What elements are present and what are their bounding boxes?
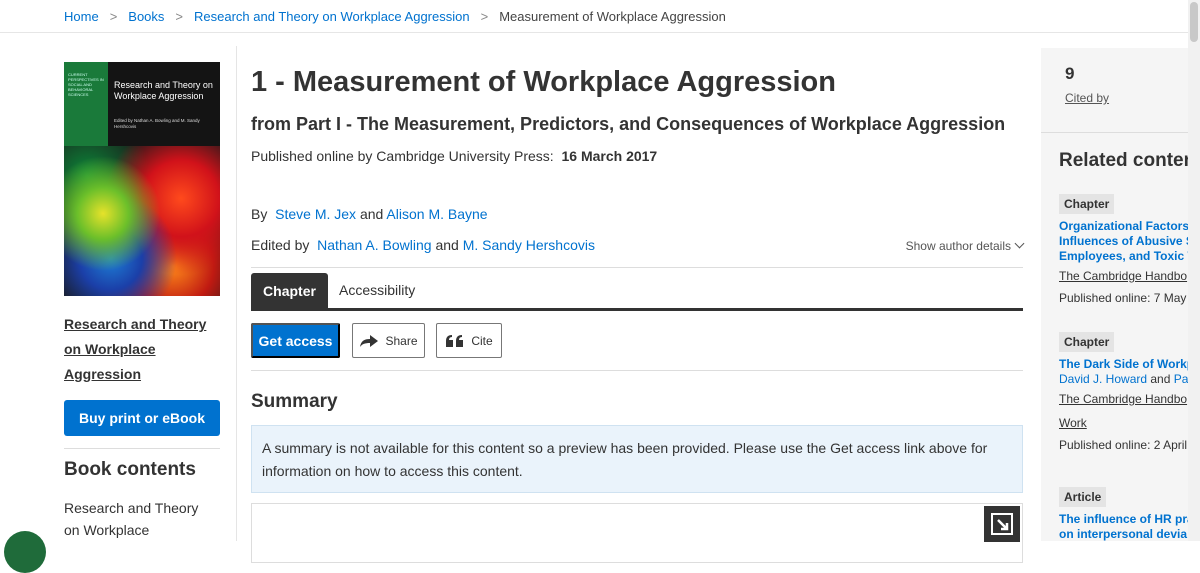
related-sidebar: 9 Cited by Related content Chapter Organ…: [1041, 48, 1188, 541]
breadcrumb-separator: >: [480, 8, 489, 24]
show-author-details-toggle[interactable]: Show author details: [905, 238, 1025, 253]
chapter-part: from Part I - The Measurement, Predictor…: [251, 114, 1006, 134]
divider: [251, 370, 1023, 371]
book-cover[interactable]: CURRENT PERSPECTIVES IN SOCIAL AND BEHAV…: [64, 62, 220, 296]
breadcrumb-current: Measurement of Workplace Aggression: [499, 8, 726, 24]
share-button[interactable]: Share: [352, 323, 425, 358]
published-label: Published online by Cambridge University…: [251, 148, 554, 164]
related-authors: David J. Howard and Pa: [1059, 372, 1188, 387]
related-author-link[interactable]: David J. Howard: [1059, 372, 1147, 386]
book-title-link[interactable]: Research and Theory on Workplace Aggress…: [64, 312, 220, 387]
share-icon: [359, 334, 379, 348]
share-label: Share: [385, 333, 418, 348]
breadcrumb-home[interactable]: Home: [64, 9, 99, 24]
cited-by-link[interactable]: Cited by: [1065, 91, 1109, 105]
related-title-link[interactable]: The influence of HR pra on interpersonal…: [1059, 512, 1188, 541]
floating-action-button[interactable]: [4, 531, 46, 573]
related-author-link[interactable]: Pa: [1174, 372, 1188, 386]
related-content-heading: Related content: [1059, 150, 1188, 171]
related-published: Published online: 2 April: [1059, 438, 1188, 452]
content-preview: [251, 503, 1023, 563]
tab-underline: [251, 308, 1023, 311]
related-published: Published online: 7 May: [1059, 291, 1187, 305]
breadcrumb-books[interactable]: Books: [128, 9, 164, 24]
book-title-line: Aggression: [64, 366, 142, 382]
page-title: 1 - Measurement of Workplace Aggression: [251, 66, 836, 98]
breadcrumb-book[interactable]: Research and Theory on Workplace Aggress…: [194, 9, 470, 24]
cited-by-count: 9: [1065, 64, 1075, 83]
authors-line: By Steve M. Jex and Alison M. Bayne: [251, 206, 488, 222]
column-divider: [236, 46, 237, 541]
related-title-link[interactable]: The Dark Side of Workp: [1059, 357, 1188, 372]
buy-print-ebook-button[interactable]: Buy print or eBook: [64, 400, 220, 436]
cover-artwork: [64, 146, 220, 296]
and-text: and: [359, 206, 384, 222]
related-book-link[interactable]: The Cambridge Handbo: [1059, 387, 1188, 411]
book-sidebar: CURRENT PERSPECTIVES IN SOCIAL AND BEHAV…: [64, 62, 220, 543]
book-title-line: Research and Theory: [64, 316, 207, 332]
cite-button[interactable]: Cite: [436, 323, 502, 358]
expand-icon[interactable]: [984, 506, 1020, 542]
cover-series: CURRENT PERSPECTIVES IN SOCIAL AND BEHAV…: [68, 72, 104, 97]
divider: [1041, 132, 1188, 133]
editor-link[interactable]: M. Sandy Hershcovis: [463, 237, 595, 253]
related-title-line: Employees, and Toxic W: [1059, 249, 1188, 263]
page-scrollbar[interactable]: [1188, 0, 1200, 541]
published-info: Published online by Cambridge University…: [251, 148, 1023, 164]
content-type-badge: Chapter: [1059, 332, 1115, 352]
cover-title: Research and Theory on Workplace Aggress…: [114, 80, 213, 101]
divider: [251, 267, 1023, 268]
edited-label: Edited by: [251, 237, 310, 253]
breadcrumb-separator: >: [109, 8, 118, 24]
divider: [64, 448, 220, 449]
get-access-button[interactable]: Get access: [251, 323, 340, 358]
scrollbar-thumb[interactable]: [1190, 2, 1198, 42]
related-book-link[interactable]: The Cambridge Handbo: [1059, 264, 1188, 288]
contents-item[interactable]: Research and Theory on Workplace Aggress…: [64, 497, 214, 543]
cite-label: Cite: [471, 333, 493, 348]
tab-chapter[interactable]: Chapter: [251, 273, 328, 308]
related-book-link[interactable]: Work: [1059, 411, 1188, 435]
related-title-line: The influence of HR pra: [1059, 512, 1188, 526]
summary-heading: Summary: [251, 391, 338, 412]
related-title-line: Organizational Factors: [1059, 219, 1188, 233]
author-link[interactable]: Alison M. Bayne: [386, 206, 487, 222]
related-title-line: Influences of Abusive S: [1059, 234, 1188, 248]
content-type-badge: Chapter: [1059, 194, 1115, 214]
editors-line: Edited by Nathan A. Bowling and M. Sandy…: [251, 237, 1025, 253]
related-title-link[interactable]: Organizational Factors Influences of Abu…: [1059, 219, 1188, 264]
tab-accessibility[interactable]: Accessibility: [339, 282, 415, 298]
related-item: Chapter Organizational Factors Influence…: [1059, 194, 1188, 308]
book-contents-heading: Book contents: [64, 459, 196, 480]
and-text: and: [1150, 372, 1171, 386]
by-label: By: [251, 206, 268, 222]
content-tabs: Chapter Accessibility: [251, 273, 1023, 311]
cover-series-stripe: CURRENT PERSPECTIVES IN SOCIAL AND BEHAV…: [64, 62, 108, 146]
published-date: 16 March 2017: [561, 148, 658, 164]
breadcrumb: Home > Books > Research and Theory on Wo…: [0, 0, 1188, 33]
related-title-line: on interpersonal devia: [1059, 527, 1188, 541]
breadcrumb-separator: >: [175, 8, 184, 24]
related-title-line: The Dark Side of Workp: [1059, 357, 1188, 371]
quote-icon: [445, 334, 465, 348]
related-item: Article The influence of HR pra on inter…: [1059, 487, 1188, 541]
related-item: Chapter The Dark Side of Workp David J. …: [1059, 332, 1188, 455]
author-link[interactable]: Steve M. Jex: [275, 206, 356, 222]
show-author-details-label: Show author details: [905, 239, 1011, 253]
chevron-down-icon: [1014, 238, 1025, 249]
editor-link[interactable]: Nathan A. Bowling: [317, 237, 431, 253]
cover-editors: Edited by Nathan A. Bowling and M. Sandy…: [114, 118, 200, 129]
content-type-badge: Article: [1059, 487, 1107, 507]
summary-notice: A summary is not available for this cont…: [251, 425, 1023, 493]
and-text: and: [435, 237, 459, 253]
book-title-line: on Workplace: [64, 341, 156, 357]
chapter-main: 1 - Measurement of Workplace Aggression …: [251, 62, 1025, 563]
